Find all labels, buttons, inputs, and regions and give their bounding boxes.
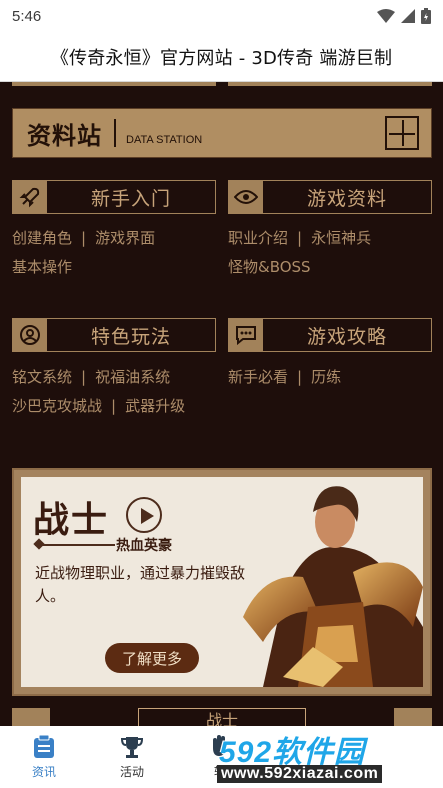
category-label: 特色玩法 [90, 325, 171, 348]
category-label: 游戏攻略 [306, 325, 387, 348]
status-time: 5:46 [12, 7, 42, 25]
nav-item-news[interactable]: 资讯 [0, 726, 88, 788]
category-label: 游戏资料 [306, 187, 387, 210]
signal-icon [401, 9, 415, 23]
subtitle-line [35, 544, 115, 546]
warrior-hero-card: 战士 热血英豪 近战物理职业，通过暴力摧毁敌人。 了解更多 [12, 468, 432, 696]
category-features[interactable]: 特色玩法 [12, 318, 216, 352]
link-weapon-upgrade[interactable]: 武器升级 [125, 397, 185, 415]
newbie-links: 创建角色 | 游戏界面 基本操作 [12, 224, 155, 282]
link-blessing-oil[interactable]: 祝福油系统 [95, 368, 170, 386]
wifi-icon [377, 9, 395, 23]
site-watermark: 592软件园 www.592xiazai.com [213, 727, 435, 785]
link-separator: | [81, 368, 87, 386]
guides-links: 新手必看 | 历练 [228, 363, 341, 392]
user-icon [13, 319, 47, 351]
page-title: 《传奇永恒》官方网站 - 3D传奇 端游巨制 [50, 47, 393, 69]
watermark-url: www.592xiazai.com [217, 765, 383, 783]
nav-label: 活动 [119, 765, 144, 779]
link-eternal-weapon[interactable]: 永恒神兵 [311, 229, 371, 247]
nav-label: 资讯 [31, 765, 56, 779]
section-divider [114, 119, 116, 147]
card-remnant-right [228, 82, 432, 86]
link-must-read[interactable]: 新手必看 [228, 368, 288, 386]
status-icons [377, 8, 431, 24]
link-basic-ops[interactable]: 基本操作 [12, 258, 72, 276]
link-inscription[interactable]: 铭文系统 [12, 368, 72, 386]
expand-plus-icon[interactable] [385, 116, 419, 150]
link-separator: | [297, 229, 303, 247]
status-bar: 5:46 [0, 0, 443, 32]
class-tab-warrior[interactable]: 战士 [138, 708, 306, 728]
link-separator: | [297, 368, 303, 386]
hero-inner: 战士 热血英豪 近战物理职业，通过暴力摧毁敌人。 了解更多 [21, 477, 423, 687]
hero-title: 战士 [33, 499, 110, 541]
card-remnant-left [12, 82, 216, 86]
category-newbie[interactable]: 新手入门 [12, 180, 216, 214]
prev-arrow-icon[interactable] [12, 708, 50, 728]
battery-icon [421, 8, 431, 24]
link-separator: | [81, 229, 87, 247]
section-title: 资料站 [27, 121, 102, 150]
game-info-links: 职业介绍 | 永恒神兵 怪物&BOSS [228, 224, 371, 282]
news-icon [34, 734, 54, 758]
link-separator: | [111, 397, 117, 415]
title-bar: 《传奇永恒》官方网站 - 3D传奇 端游巨制 [0, 32, 443, 82]
hero-subtitle: 热血英豪 [116, 538, 172, 554]
category-guides[interactable]: 游戏攻略 [228, 318, 432, 352]
chat-icon [229, 319, 263, 351]
link-siege-war[interactable]: 沙巴克攻城战 [12, 397, 102, 415]
link-training[interactable]: 历练 [311, 368, 341, 386]
eye-icon [229, 181, 263, 213]
data-station-header: 资料站 DATA STATION [12, 108, 432, 158]
features-links: 铭文系统 | 祝福油系统 沙巴克攻城战 | 武器升级 [12, 363, 185, 421]
category-label: 新手入门 [90, 187, 171, 210]
learn-more-button[interactable]: 了解更多 [105, 643, 199, 673]
link-create-role[interactable]: 创建角色 [12, 229, 72, 247]
section-subtitle: DATA STATION [126, 134, 203, 146]
rocket-icon [13, 181, 47, 213]
hero-description: 近战物理职业，通过暴力摧毁敌人。 [35, 564, 246, 605]
link-class-intro[interactable]: 职业介绍 [228, 229, 288, 247]
play-icon[interactable] [126, 497, 162, 533]
next-arrow-icon[interactable] [394, 708, 432, 728]
link-game-ui[interactable]: 游戏界面 [95, 229, 155, 247]
link-monster-boss[interactable]: 怪物&BOSS [228, 258, 311, 276]
category-game-info[interactable]: 游戏资料 [228, 180, 432, 214]
nav-item-events[interactable]: 活动 [88, 726, 176, 788]
trophy-icon [120, 737, 144, 758]
